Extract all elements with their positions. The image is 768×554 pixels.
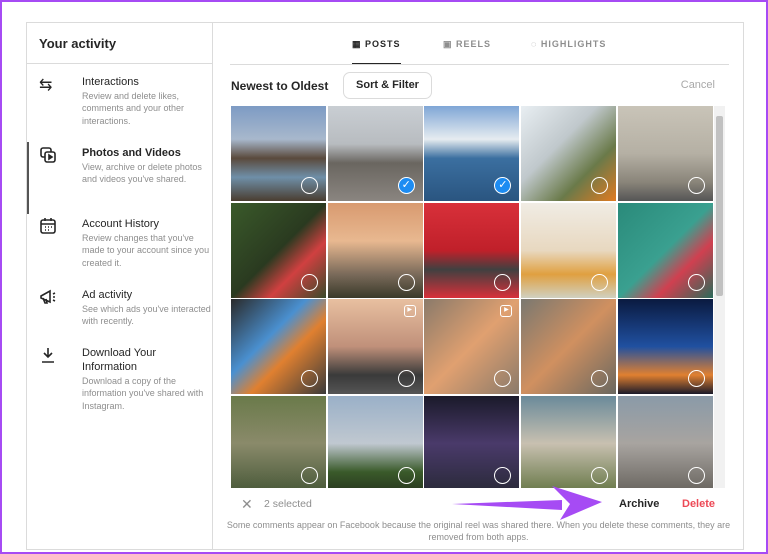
- photo-tile[interactable]: [617, 299, 713, 395]
- sidebar-item-interactions[interactable]: ⇆ Interactions Review and delete likes, …: [27, 75, 213, 127]
- select-circle-icon[interactable]: [591, 273, 609, 291]
- highlights-icon: ◌: [531, 39, 541, 49]
- sort-order-label: Newest to Oldest: [231, 79, 329, 93]
- photo-tile[interactable]: ▶: [327, 299, 423, 395]
- selected-count: 2 selected: [264, 498, 312, 510]
- annotation-arrow-icon: [452, 486, 602, 520]
- photo-grid: ✓ ✓ ▶ ▶: [231, 106, 713, 488]
- select-circle-icon[interactable]: [687, 273, 705, 291]
- download-icon: [39, 346, 59, 366]
- tab-label: POSTS: [365, 39, 401, 49]
- select-circle-icon[interactable]: [494, 273, 512, 291]
- sidebar-item-photos-videos[interactable]: Photos and Videos View, archive or delet…: [27, 142, 213, 214]
- photo-tile[interactable]: [521, 106, 617, 201]
- calendar-icon: [39, 217, 59, 237]
- reel-icon: ▶: [500, 305, 513, 318]
- select-circle-icon[interactable]: [301, 177, 318, 194]
- select-circle-icon[interactable]: [687, 177, 705, 194]
- select-circle-icon[interactable]: [591, 370, 609, 388]
- sidebar-item-label: Photos and Videos: [82, 147, 181, 159]
- photo-tile[interactable]: [521, 202, 617, 298]
- sidebar-item-desc: View, archive or delete photos and video…: [82, 162, 202, 185]
- select-circle-icon[interactable]: [591, 177, 609, 194]
- scrollbar-thumb[interactable]: [716, 116, 723, 296]
- checked-circle-icon[interactable]: ✓: [494, 177, 512, 194]
- select-circle-icon[interactable]: [494, 467, 512, 485]
- sidebar-item-label: Ad activity: [82, 289, 133, 301]
- tab-reels[interactable]: ▣ REELS: [443, 39, 491, 50]
- select-circle-icon[interactable]: [301, 273, 318, 291]
- scrollbar[interactable]: [714, 106, 725, 488]
- select-circle-icon[interactable]: [397, 273, 415, 291]
- facebook-note: Some comments appear on Facebook because…: [226, 520, 731, 542]
- tab-posts[interactable]: ▦ POSTS: [352, 39, 401, 64]
- photo-tile[interactable]: [521, 299, 617, 395]
- sort-filter-button[interactable]: Sort & Filter: [343, 72, 432, 99]
- select-circle-icon[interactable]: [301, 467, 318, 485]
- sidebar-item-ad-activity[interactable]: Ad activity See which ads you've interac…: [27, 288, 213, 328]
- sidebar-item-desc: Download a copy of the information you'v…: [82, 376, 204, 411]
- main-panel: ▦ POSTS ▣ REELS ◌ HIGHLIGHTS Newest to O…: [214, 23, 743, 549]
- archive-button[interactable]: Archive: [619, 498, 659, 510]
- photo-tile[interactable]: ▶: [424, 299, 520, 395]
- sidebar-item-label: Download Your Information: [82, 347, 157, 373]
- photo-tile[interactable]: [617, 106, 713, 201]
- tab-highlights[interactable]: ◌ HIGHLIGHTS: [531, 39, 606, 49]
- cancel-button[interactable]: Cancel: [681, 79, 715, 91]
- sidebar: Your activity ⇆ Interactions Review and …: [27, 23, 213, 549]
- select-circle-icon[interactable]: [591, 467, 609, 485]
- select-circle-icon[interactable]: [397, 370, 415, 388]
- photo-tile[interactable]: [231, 299, 326, 395]
- photo-tile[interactable]: [617, 396, 713, 488]
- delete-button[interactable]: Delete: [682, 498, 715, 510]
- select-circle-icon[interactable]: [301, 370, 318, 388]
- sidebar-item-label: Interactions: [82, 76, 139, 88]
- checked-circle-icon[interactable]: ✓: [397, 177, 415, 194]
- photo-tile[interactable]: [327, 202, 423, 298]
- tab-label: HIGHLIGHTS: [540, 39, 607, 49]
- sidebar-title: Your activity: [27, 23, 212, 64]
- sidebar-item-download[interactable]: Download Your Information Download a cop…: [27, 346, 213, 412]
- close-icon[interactable]: ✕: [241, 496, 253, 513]
- photo-tile[interactable]: ✓: [327, 106, 423, 201]
- photo-tile[interactable]: ✓: [424, 106, 520, 201]
- select-circle-icon[interactable]: [397, 467, 415, 485]
- arrows-swap-icon: ⇆: [39, 77, 53, 94]
- sidebar-item-desc: Review and delete likes, comments and yo…: [82, 91, 185, 126]
- photo-tile[interactable]: [521, 396, 617, 488]
- sidebar-item-account-history[interactable]: Account History Review changes that you'…: [27, 217, 213, 269]
- reels-icon: ▣: [443, 39, 457, 49]
- photo-tile[interactable]: [327, 396, 423, 488]
- reel-icon: ▶: [403, 305, 416, 318]
- sidebar-item-desc: Review changes that you've made to your …: [82, 233, 210, 268]
- photo-tile[interactable]: [424, 396, 520, 488]
- sort-bar: Newest to Oldest Sort & Filter Cancel: [231, 72, 729, 100]
- select-circle-icon[interactable]: [494, 370, 512, 388]
- select-circle-icon[interactable]: [687, 467, 705, 485]
- tab-label: REELS: [456, 39, 492, 49]
- sidebar-item-desc: See which ads you've interacted with rec…: [82, 304, 211, 327]
- photo-tile[interactable]: [424, 202, 520, 298]
- photo-tile[interactable]: [231, 202, 326, 298]
- tab-bar: ▦ POSTS ▣ REELS ◌ HIGHLIGHTS: [230, 23, 729, 65]
- megaphone-icon: [39, 288, 59, 308]
- activity-window: Your activity ⇆ Interactions Review and …: [26, 22, 744, 550]
- photo-tile[interactable]: [231, 396, 326, 488]
- photo-tile[interactable]: [231, 106, 326, 201]
- grid-icon: ▦: [352, 39, 366, 49]
- photo-tile[interactable]: [617, 202, 713, 298]
- select-circle-icon[interactable]: [687, 370, 705, 388]
- photos-videos-icon: [39, 146, 59, 166]
- sidebar-item-label: Account History: [82, 218, 160, 230]
